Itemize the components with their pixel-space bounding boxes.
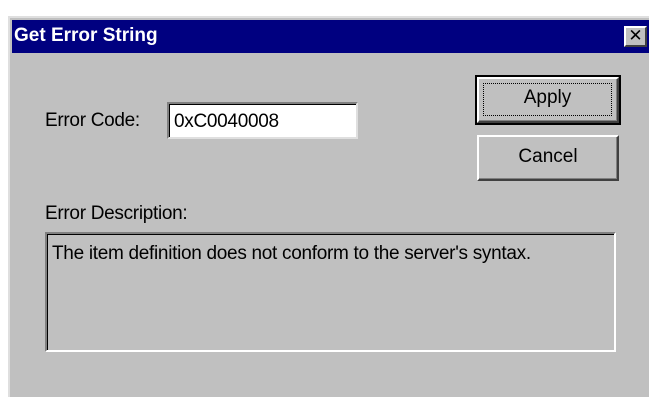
close-icon: ✕	[628, 26, 643, 46]
error-description-label: Error Description:	[45, 203, 188, 224]
close-button[interactable]: ✕	[624, 26, 647, 47]
get-error-string-dialog: Get Error String ✕ Error Code: 0xC004000…	[8, 16, 649, 397]
apply-button[interactable]: Apply	[475, 75, 621, 125]
apply-button-label: Apply	[483, 83, 612, 116]
error-description-field: The item definition does not conform to …	[45, 232, 616, 352]
error-code-input[interactable]: 0xC0040008	[167, 102, 358, 139]
title-bar: Get Error String ✕	[12, 20, 649, 53]
dialog-title: Get Error String	[14, 25, 158, 46]
error-code-label: Error Code:	[45, 110, 140, 131]
cancel-button[interactable]: Cancel	[477, 135, 619, 181]
